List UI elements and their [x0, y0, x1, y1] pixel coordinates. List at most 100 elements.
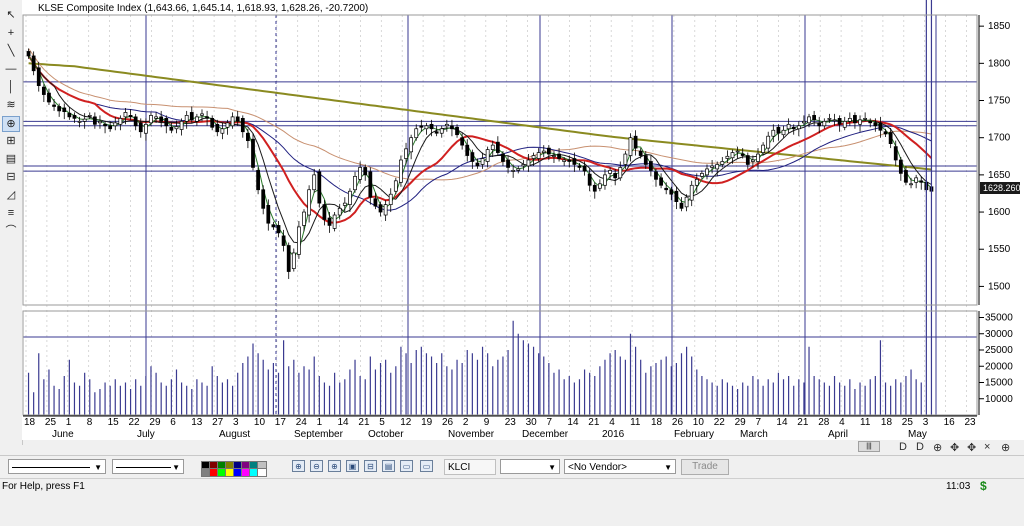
scroll-thumb[interactable]: |||: [858, 441, 880, 452]
date-day-label: 17: [275, 417, 287, 428]
candle-body: [266, 205, 271, 224]
candle-body: [317, 171, 322, 204]
fibonacci-icon[interactable]: ≋: [3, 98, 19, 112]
candle-body: [133, 116, 138, 127]
date-day-label: 5: [379, 417, 385, 428]
candle-body: [664, 187, 669, 191]
candle-body: [536, 152, 541, 159]
candle-body: [710, 165, 714, 168]
candle-body: [613, 173, 618, 179]
gann-icon[interactable]: ≡: [3, 206, 19, 220]
volume-tick-label: 20000: [985, 361, 1013, 372]
window-icon[interactable]: ▭: [400, 460, 413, 472]
trade-button[interactable]: Trade: [681, 459, 729, 475]
price-tick-label: 1600: [988, 207, 1011, 218]
bottom-toolbar: ▼ ▼ ⊕ ⊖ ⊕ ▣ ⊟ ▤ ▭ ▭ KLCI ▼ <No Vendor> ▼ …: [0, 455, 1024, 479]
trendline-icon[interactable]: ╲: [3, 44, 19, 58]
zoom-in-icon[interactable]: ⊕: [292, 460, 305, 472]
color-palette[interactable]: [201, 459, 271, 477]
date-day-label: 3: [233, 417, 239, 428]
symbol-field[interactable]: KLCI: [444, 459, 496, 475]
date-day-label: 22: [714, 417, 726, 428]
line-style-select[interactable]: ▼: [8, 459, 106, 474]
candle-body: [842, 120, 847, 128]
candle-body: [883, 131, 888, 135]
currency-icon[interactable]: $: [980, 479, 987, 493]
candle-body: [541, 150, 546, 153]
candle-body: [751, 159, 755, 162]
save-chart-icon[interactable]: ▣: [346, 460, 359, 472]
zoom-fit-icon[interactable]: ⊕: [328, 460, 341, 472]
candle-body: [475, 162, 480, 167]
pitchfork-icon[interactable]: ◿: [3, 188, 19, 202]
candle-body: [582, 165, 587, 172]
candle-body: [230, 116, 235, 127]
zoom-out-icon[interactable]: ⊖: [310, 460, 323, 472]
date-day-label: 26: [442, 417, 454, 428]
layout-icon[interactable]: ▤: [382, 460, 395, 472]
candle-body: [276, 225, 281, 234]
candle-body: [103, 123, 107, 127]
zoom-icon[interactable]: ⊞: [3, 134, 19, 148]
candle-body: [184, 115, 189, 122]
split-icon[interactable]: ▭: [420, 460, 433, 472]
timeframe-select[interactable]: ▼: [500, 459, 560, 474]
candle-body: [41, 86, 46, 95]
candle-body: [822, 120, 827, 127]
candle-body: [919, 180, 924, 183]
date-day-label: 28: [818, 417, 830, 428]
date-month-label: March: [740, 429, 768, 440]
candle-body: [689, 184, 694, 201]
chart-nav-button[interactable]: D: [899, 441, 907, 453]
price-chart[interactable]: KLSE Composite Index (1,643.66, 1,645.14…: [22, 0, 1024, 440]
date-day-label: 4: [609, 417, 615, 428]
help-text: For Help, press F1: [2, 481, 85, 492]
chart-nav-button[interactable]: ×: [984, 441, 990, 453]
candle-body: [858, 119, 862, 125]
chart-nav-button[interactable]: ⊕: [1001, 441, 1010, 454]
candle-body: [271, 224, 276, 228]
chart-nav-button[interactable]: ⊕: [933, 441, 942, 454]
candle-body: [62, 107, 67, 113]
arrow-select-icon[interactable]: ↖: [3, 8, 19, 22]
candle-body: [450, 125, 454, 130]
candle-body: [495, 141, 500, 153]
print-chart-icon[interactable]: ⊟: [364, 460, 377, 472]
candle-body: [348, 190, 352, 205]
date-day-label: 13: [191, 417, 203, 428]
channel-icon[interactable]: ⊟: [3, 170, 19, 184]
magnifier-icon[interactable]: ⊕: [2, 116, 20, 132]
color-swatch[interactable]: [257, 468, 267, 477]
chart-nav-button[interactable]: ✥: [950, 441, 959, 454]
candle-body: [307, 189, 311, 216]
vertical-line-icon[interactable]: │: [3, 80, 19, 94]
candle-body: [623, 153, 628, 165]
line-width-select[interactable]: ▼: [112, 459, 184, 474]
chart-nav-button[interactable]: D: [916, 441, 924, 453]
arc-icon[interactable]: ⌒: [3, 224, 19, 238]
candle-body: [562, 159, 567, 162]
horizontal-line-icon[interactable]: —: [3, 62, 19, 76]
date-day-label: 22: [129, 417, 141, 428]
date-day-label: 26: [672, 417, 684, 428]
date-day-label: 25: [45, 417, 57, 428]
crosshair-icon[interactable]: +: [3, 26, 19, 40]
candle-body: [82, 118, 87, 122]
candle-body: [174, 126, 179, 130]
candle-body: [786, 123, 791, 130]
price-tick-label: 1500: [988, 281, 1011, 292]
candle-body: [827, 118, 832, 120]
candle-body: [373, 198, 378, 207]
candle-body: [914, 177, 919, 183]
candle-body: [893, 146, 898, 161]
candle-body: [195, 116, 199, 122]
date-day-label: 21: [358, 417, 370, 428]
candle-body: [261, 189, 266, 209]
candle-body: [52, 104, 56, 107]
text-icon[interactable]: ▤: [3, 152, 19, 166]
chart-nav-button[interactable]: ✥: [967, 441, 976, 454]
candle-body: [807, 116, 811, 124]
date-day-label: 3: [923, 417, 929, 428]
candle-body: [470, 152, 475, 162]
vendor-select[interactable]: <No Vendor> ▼: [564, 459, 676, 474]
